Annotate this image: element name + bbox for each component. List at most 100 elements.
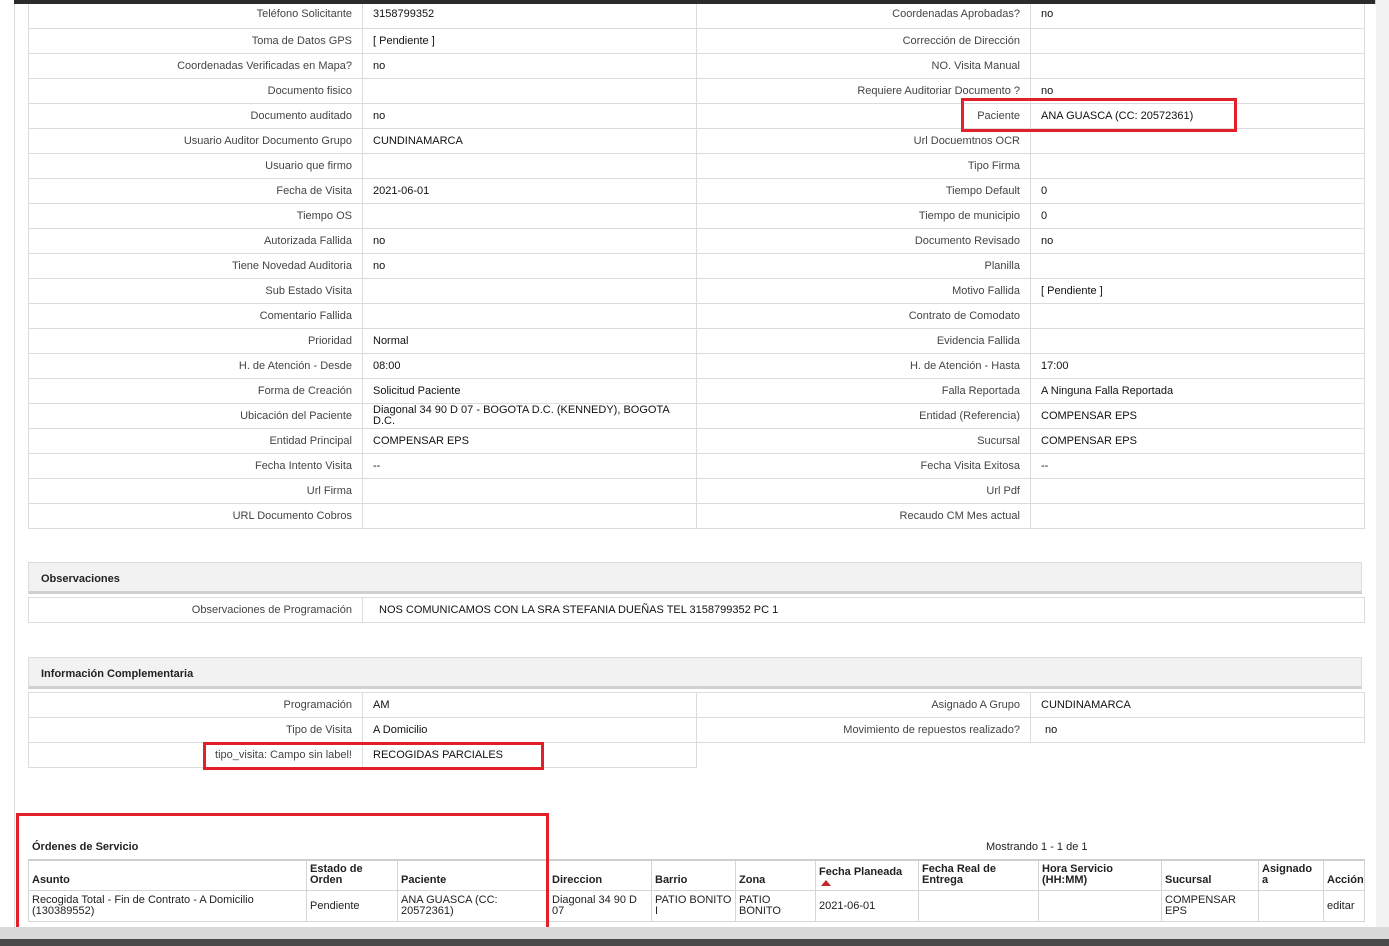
field-label: Tipo de Visita (28, 717, 363, 743)
field-value: Solicitud Paciente (362, 378, 697, 404)
field-value: no (1030, 717, 1365, 743)
field-value (1030, 303, 1365, 329)
vertical-scrollbar[interactable] (1375, 0, 1389, 946)
field-label: Fecha Visita Exitosa (696, 453, 1031, 479)
field-value (362, 503, 697, 529)
field-label: H. de Atención - Hasta (696, 353, 1031, 379)
field-value: Diagonal 34 90 D 07 - BOGOTA D.C. (KENNE… (362, 403, 697, 429)
detail-row: Tiene Novedad Auditoria no Planilla (28, 253, 1365, 279)
field-label: Toma de Datos GPS (28, 28, 363, 54)
field-label: Falla Reportada (696, 378, 1031, 404)
field-value (1030, 478, 1365, 504)
field-value: -- (362, 453, 697, 479)
pagination-status: Mostrando 1 - 1 de 1 (986, 841, 1088, 853)
field-label: Documento Revisado (696, 228, 1031, 254)
field-value: no (362, 103, 697, 129)
field-label: Url Docuemtnos OCR (696, 128, 1031, 154)
field-value: no (362, 53, 697, 79)
detail-row: Fecha de Visita 2021-06-01 Tiempo Default 0 (28, 178, 1365, 204)
field-label: Sub Estado Visita (28, 278, 363, 304)
detail-row: Ubicación del Paciente Diagonal 34 90 D 0… (28, 403, 1365, 429)
detail-row: Comentario Fallida Contrato de Comodato (28, 303, 1365, 329)
field-label: Documento auditado (28, 103, 363, 129)
field-value (362, 203, 697, 229)
detail-row: URL Documento Cobros Recaudo CM Mes actua… (28, 503, 1365, 529)
field-value: 3158799352 (362, 4, 697, 29)
observaciones-value: NOS COMUNICAMOS CON LA SRA STEFANIA DUEÑ… (362, 597, 1365, 623)
field-value (1030, 153, 1365, 179)
detail-row: Usuario Auditor Documento Grupo CUNDINAMA… (28, 128, 1365, 154)
detail-row: Sub Estado Visita Motivo Fallida[ Pendien… (28, 278, 1365, 304)
highlight-ordenes (16, 813, 549, 927)
cell-fecha-real (918, 890, 1039, 922)
field-value (362, 478, 697, 504)
col-accion: Acción (1323, 859, 1365, 891)
field-value: COMPENSAR EPS (362, 428, 697, 454)
detail-table: Teléfono Solicitante 3158799352 Coordenada… (28, 4, 1365, 529)
observaciones-label: Observaciones de Programación (28, 597, 363, 623)
field-value (362, 303, 697, 329)
field-value: 0 (1030, 178, 1365, 204)
field-label: Fecha Intento Visita (28, 453, 363, 479)
field-label: Fecha de Visita (28, 178, 363, 204)
field-value: AM (362, 692, 697, 718)
cell-barrio: PATIO BONITO I (651, 890, 736, 922)
field-label: Tiempo de municipio (696, 203, 1031, 229)
field-label: Tiene Novedad Auditoria (28, 253, 363, 279)
field-label: Asignado A Grupo (696, 692, 1031, 718)
field-value: -- (1030, 453, 1365, 479)
col-fecha-real[interactable]: Fecha Real de Entrega (918, 859, 1039, 891)
col-fecha-planeada[interactable]: Fecha Planeada (815, 859, 919, 891)
left-margin (0, 0, 14, 946)
col-fecha-planeada-label: Fecha Planeada (819, 866, 903, 878)
field-label: Programación (28, 692, 363, 718)
col-zona[interactable]: Zona (735, 859, 816, 891)
col-direccion[interactable]: Direccion (548, 859, 652, 891)
field-value: [ Pendiente ] (1030, 278, 1365, 304)
field-value: COMPENSAR EPS (1030, 428, 1365, 454)
cell-direccion: Diagonal 34 90 D 07 (548, 890, 652, 922)
complementaria-row: Programación AM Asignado A Grupo CUNDINA… (28, 692, 1365, 718)
horizontal-scrollbar[interactable] (0, 927, 1389, 946)
detail-row: Fecha Intento Visita -- Fecha Visita Exito… (28, 453, 1365, 479)
col-barrio[interactable]: Barrio (651, 859, 736, 891)
field-value: no (1030, 228, 1365, 254)
col-sucursal[interactable]: Sucursal (1161, 859, 1259, 891)
field-label: Url Pdf (696, 478, 1031, 504)
field-value (1030, 28, 1365, 54)
field-label: Comentario Fallida (28, 303, 363, 329)
detail-row: H. de Atención - Desde 08:00 H. de Atenció… (28, 353, 1365, 379)
field-label: Tiempo Default (696, 178, 1031, 204)
editar-link[interactable]: editar (1323, 890, 1365, 922)
highlight-paciente (961, 98, 1237, 132)
field-value (362, 278, 697, 304)
field-label: H. de Atención - Desde (28, 353, 363, 379)
detail-row: Autorizada Fallida no Documento Revisado no (28, 228, 1365, 254)
field-value: A Ninguna Falla Reportada (1030, 378, 1365, 404)
col-asignado[interactable]: Asignado a (1258, 859, 1324, 891)
complementaria-header: Información Complementaria (28, 657, 1362, 689)
field-value: [ Pendiente ] (362, 28, 697, 54)
complementaria-row: Tipo de Visita A Domicilio Movimiento de… (28, 717, 1365, 743)
cell-hora-servicio (1038, 890, 1162, 922)
field-value (1030, 128, 1365, 154)
field-value: COMPENSAR EPS (1030, 403, 1365, 429)
field-value: 08:00 (362, 353, 697, 379)
sort-asc-icon[interactable] (821, 880, 831, 886)
field-label: Usuario que firmo (28, 153, 363, 179)
field-value: 0 (1030, 203, 1365, 229)
field-label: Forma de Creación (28, 378, 363, 404)
detail-row: Tiempo OS Tiempo de municipio 0 (28, 203, 1365, 229)
field-label: Movimiento de repuestos realizado? (696, 717, 1031, 743)
field-label: Corrección de Dirección (696, 28, 1031, 54)
col-hora-servicio[interactable]: Hora Servicio (HH:MM) (1038, 859, 1162, 891)
field-value (362, 153, 697, 179)
field-label: Tiempo OS (28, 203, 363, 229)
empty-cell (697, 743, 1031, 768)
taskbar-strip (0, 939, 1389, 946)
detail-row: Teléfono Solicitante 3158799352 Coordenada… (28, 4, 1365, 29)
field-value: no (1030, 4, 1365, 29)
field-value (1030, 328, 1365, 354)
field-label: Coordenadas Aprobadas? (696, 4, 1031, 29)
field-label: Recaudo CM Mes actual (696, 503, 1031, 529)
